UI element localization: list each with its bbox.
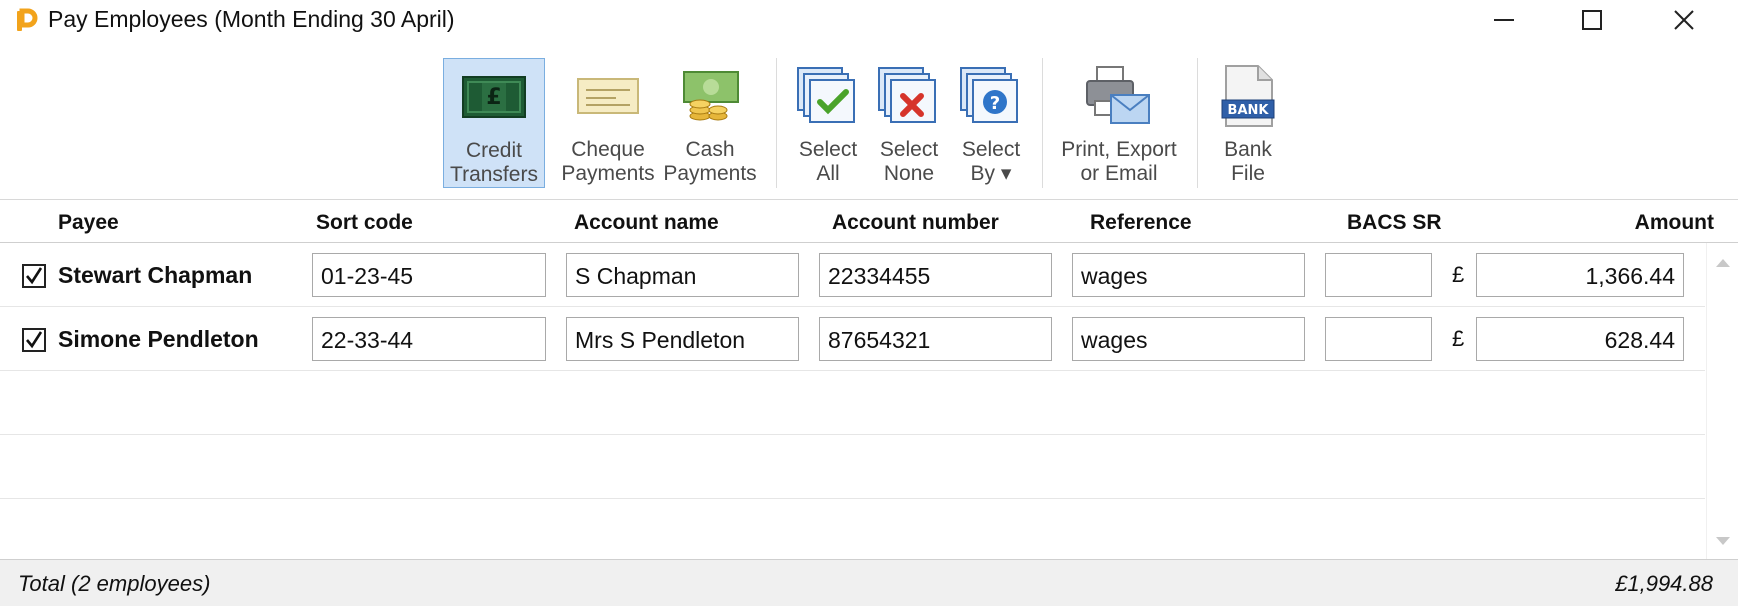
column-header-bacs-sr[interactable]: BACS SR	[1347, 211, 1442, 235]
account-name-field[interactable]: Mrs S Pendleton	[566, 317, 799, 361]
toolbar-separator	[1042, 58, 1043, 188]
scroll-down-icon[interactable]	[1716, 537, 1730, 545]
account-number-field[interactable]: 87654321	[819, 317, 1052, 361]
select-all-label: Select All	[798, 138, 858, 185]
credit-transfers-button[interactable]: £ Credit Transfers	[443, 58, 545, 188]
vertical-scrollbar[interactable]	[1706, 243, 1738, 559]
print-export-email-button[interactable]: Print, Export or Email	[1056, 58, 1182, 188]
select-none-button[interactable]: Select None	[871, 58, 947, 188]
empty-row	[0, 435, 1705, 499]
cash-payments-button[interactable]: Cash Payments	[660, 58, 760, 188]
svg-text:BANK: BANK	[1228, 103, 1270, 118]
account-name-field[interactable]: S Chapman	[566, 253, 799, 297]
total-amount: £1,994.88	[1615, 571, 1713, 596]
row-checkbox[interactable]	[22, 328, 46, 352]
table-row: Stewart Chapman 01-23-45 S Chapman 22334…	[0, 243, 1705, 307]
column-header-account-number[interactable]: Account number	[832, 211, 999, 235]
currency-symbol: £	[1452, 326, 1465, 351]
amount-field[interactable]: 628.44	[1476, 317, 1684, 361]
select-by-icon: ?	[960, 67, 1018, 123]
column-header-sort-code[interactable]: Sort code	[316, 211, 413, 235]
credit-transfers-label: Credit Transfers	[450, 139, 538, 186]
checkmark-icon	[26, 267, 43, 285]
select-none-icon	[878, 67, 936, 123]
toolbar-separator	[776, 58, 777, 188]
app-logo-icon	[17, 8, 38, 31]
select-by-label: Select By ▾	[961, 138, 1021, 185]
print-export-icon	[1086, 66, 1150, 124]
column-header-account-name[interactable]: Account name	[574, 211, 719, 235]
close-icon	[1674, 10, 1694, 30]
bacs-sr-field[interactable]	[1325, 317, 1432, 361]
close-button[interactable]	[1644, 0, 1724, 40]
total-label: Total (2 employees)	[18, 571, 211, 596]
column-header-reference[interactable]: Reference	[1090, 211, 1192, 235]
select-none-label: Select None	[879, 138, 939, 185]
column-header-payee[interactable]: Payee	[58, 211, 119, 235]
svg-text:£: £	[486, 85, 501, 110]
column-header-amount[interactable]: Amount	[1635, 211, 1714, 235]
payee-name: Stewart Chapman	[58, 262, 253, 288]
print-export-email-label: Print, Export or Email	[1061, 138, 1177, 185]
svg-text:?: ?	[990, 93, 1000, 114]
checkmark-icon	[26, 331, 43, 349]
select-all-icon	[797, 67, 855, 123]
toolbar-separator	[1197, 58, 1198, 188]
cash-icon	[683, 71, 739, 121]
maximize-icon	[1582, 10, 1602, 30]
bank-file-label: Bank File	[1224, 138, 1272, 185]
banknote-icon: £	[462, 76, 526, 118]
table-row: Simone Pendleton 22-33-44 Mrs S Pendleto…	[0, 307, 1705, 371]
title-bar: Pay Employees (Month Ending 30 April)	[0, 0, 1738, 46]
table-header: Payee Sort code Account name Account num…	[0, 201, 1738, 243]
minimize-button[interactable]	[1464, 0, 1544, 40]
bacs-sr-field[interactable]	[1325, 253, 1432, 297]
maximize-button[interactable]	[1552, 0, 1632, 40]
amount-field[interactable]: 1,366.44	[1476, 253, 1684, 297]
toolbar: £ Credit Transfers Cheque Payments Cash …	[0, 46, 1738, 200]
reference-field[interactable]: wages	[1072, 253, 1305, 297]
sort-code-field[interactable]: 01-23-45	[312, 253, 546, 297]
bank-file-icon: BANK	[1221, 65, 1275, 127]
account-number-field[interactable]: 22334455	[819, 253, 1052, 297]
window-title: Pay Employees (Month Ending 30 April)	[48, 6, 455, 32]
bank-file-button[interactable]: BANK Bank File	[1208, 58, 1288, 188]
payee-name: Simone Pendleton	[58, 326, 259, 352]
select-all-button[interactable]: Select All	[790, 58, 866, 188]
cheque-payments-label: Cheque Payments	[561, 138, 655, 185]
cheque-payments-button[interactable]: Cheque Payments	[557, 58, 659, 188]
minimize-icon	[1494, 19, 1514, 21]
empty-row	[0, 371, 1705, 435]
cheque-icon	[577, 78, 639, 114]
payments-table: Stewart Chapman 01-23-45 S Chapman 22334…	[0, 243, 1705, 559]
sort-code-field[interactable]: 22-33-44	[312, 317, 546, 361]
currency-symbol: £	[1452, 262, 1465, 287]
reference-field[interactable]: wages	[1072, 317, 1305, 361]
cash-payments-label: Cash Payments	[663, 138, 757, 185]
scroll-up-icon[interactable]	[1716, 259, 1730, 267]
row-checkbox[interactable]	[22, 264, 46, 288]
totals-bar: Total (2 employees) £1,994.88	[0, 559, 1738, 606]
select-by-button[interactable]: ? Select By ▾	[953, 58, 1029, 188]
